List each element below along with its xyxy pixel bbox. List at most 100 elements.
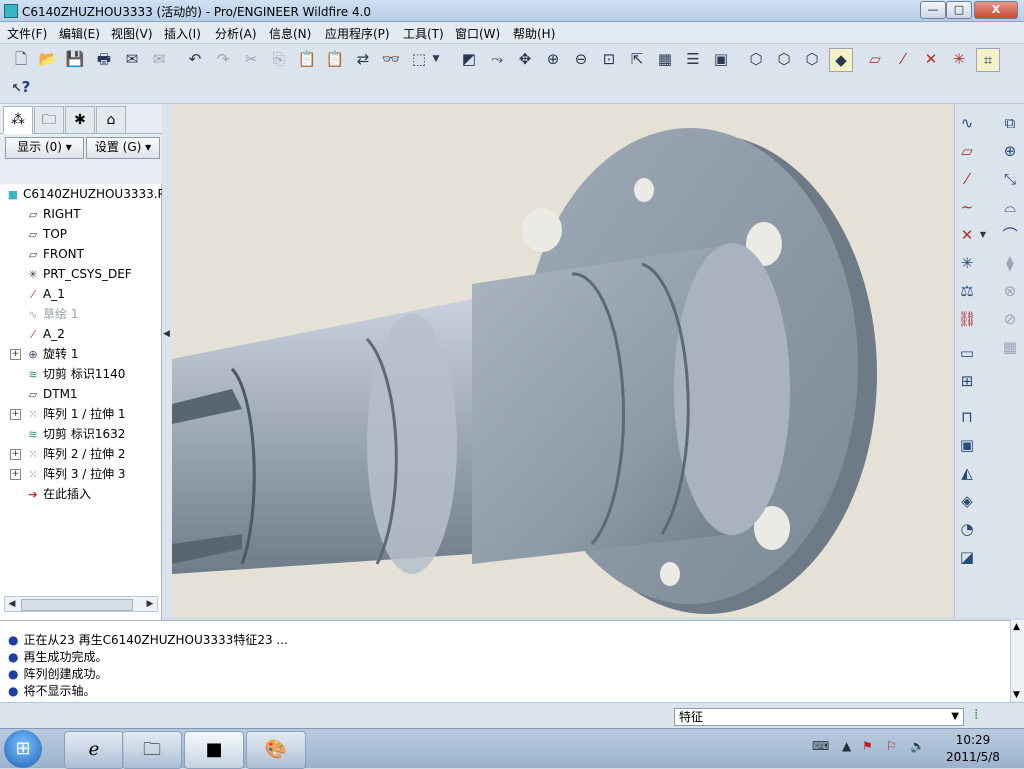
placement-tool-icon[interactable]: ⊞: [956, 370, 978, 392]
expand-icon[interactable]: +: [10, 449, 21, 460]
saved-views-icon[interactable]: ▦: [654, 48, 676, 70]
view-manager-icon[interactable]: ▣: [710, 48, 732, 70]
scroll-right-icon[interactable]: ▶: [143, 597, 157, 611]
menu-help[interactable]: 帮助(H): [513, 25, 555, 42]
tree-item[interactable]: ⁙ 阵列 2 / 拉伸 2: [26, 444, 125, 464]
tab-connections[interactable]: ⌂: [96, 106, 126, 134]
new-file-icon[interactable]: 🗋: [10, 48, 32, 70]
tree-item[interactable]: ≋ 切剪 标识1632: [26, 424, 125, 444]
revolve-tool-icon[interactable]: ▣: [956, 434, 978, 456]
menu-file[interactable]: 文件(F): [7, 25, 47, 42]
expand-icon[interactable]: +: [10, 409, 21, 420]
proe-task-icon[interactable]: ■: [184, 731, 244, 769]
datum-point-display-icon[interactable]: ✕: [920, 48, 942, 70]
tab-folder-browser[interactable]: 🗀: [34, 106, 64, 134]
trim-tool-icon[interactable]: ⊘: [999, 308, 1021, 330]
tree-item[interactable]: ⁄ A_1: [26, 284, 65, 304]
analysis-tool-icon[interactable]: ⚖: [956, 280, 978, 302]
wireframe-icon[interactable]: ⬡: [745, 48, 767, 70]
graphics-viewport[interactable]: [172, 104, 954, 618]
tree-item[interactable]: ➔ 在此插入: [26, 484, 91, 504]
paint-task-icon[interactable]: 🎨: [246, 731, 306, 769]
draft-tool-icon[interactable]: ◭: [956, 462, 978, 484]
shell-tool-icon[interactable]: ◈: [956, 490, 978, 512]
no-hidden-icon[interactable]: ⬡: [801, 48, 823, 70]
expand-icon[interactable]: +: [10, 469, 21, 480]
clock[interactable]: 10:29 2011/5/8: [940, 732, 1006, 766]
maximize-button[interactable]: □: [946, 1, 972, 19]
chevron-down-icon[interactable]: ▼: [430, 48, 442, 70]
select-box-icon[interactable]: ⬚: [408, 48, 430, 70]
tree-item[interactable]: ≋ 切剪 标识1140: [26, 364, 125, 384]
email-link-icon[interactable]: ✉: [148, 48, 170, 70]
chamfer-tool-icon[interactable]: ◪: [956, 546, 978, 568]
scroll-left-icon[interactable]: ◀: [5, 597, 19, 611]
tree-item[interactable]: ✳ PRT_CSYS_DEF: [26, 264, 131, 284]
explorer-task-icon[interactable]: 🗀: [122, 731, 182, 769]
menu-tools[interactable]: 工具(T): [403, 25, 444, 42]
plane-tool-icon[interactable]: ▱: [956, 140, 978, 162]
paste-icon[interactable]: 📋: [296, 48, 318, 70]
layers-icon[interactable]: ☰: [682, 48, 704, 70]
extrude-tool-icon[interactable]: ⊓: [956, 406, 978, 428]
zoom-out-icon[interactable]: ⊖: [570, 48, 592, 70]
email-icon[interactable]: ✉: [121, 48, 143, 70]
open-file-icon[interactable]: 📂: [37, 48, 59, 70]
datum-axis-display-icon[interactable]: ⁄: [892, 48, 914, 70]
annotation-tool-icon[interactable]: ▭: [956, 342, 978, 364]
menu-applications[interactable]: 应用程序(P): [325, 25, 390, 42]
pattern-tool-icon[interactable]: ▦: [999, 336, 1021, 358]
redo-icon[interactable]: ↷: [212, 48, 234, 70]
keyboard-icon[interactable]: ⌨: [812, 739, 829, 753]
traffic-light-icon[interactable]: ⁞: [974, 707, 978, 723]
tree-item[interactable]: ⁙ 阵列 3 / 拉伸 3: [26, 464, 125, 484]
menu-analysis[interactable]: 分析(A): [215, 25, 257, 42]
show-dropdown[interactable]: 显示 (0) ▾: [5, 137, 84, 159]
curve-tool-icon[interactable]: ∼: [956, 196, 978, 218]
tree-item[interactable]: ⊕ 旋转 1: [26, 344, 78, 364]
context-help-icon[interactable]: ↖?: [10, 76, 32, 98]
hidden-line-icon[interactable]: ⬡: [773, 48, 795, 70]
cut-icon[interactable]: ✂: [240, 48, 262, 70]
zoom-in-icon[interactable]: ⊕: [542, 48, 564, 70]
minimize-button[interactable]: —: [920, 1, 946, 19]
paste-special-icon[interactable]: 📋: [324, 48, 346, 70]
tree-horizontal-scrollbar[interactable]: ◀ ▶: [4, 596, 158, 612]
hole-tool-icon[interactable]: ⧉: [999, 112, 1021, 134]
merge-tool-icon[interactable]: ⊗: [999, 280, 1021, 302]
settings-dropdown[interactable]: 设置 (G) ▾: [86, 137, 160, 159]
chevron-down-icon[interactable]: ▼: [951, 709, 959, 725]
sketch-tool-icon[interactable]: ∿: [956, 112, 978, 134]
reorient-icon[interactable]: ⇱: [626, 48, 648, 70]
chevron-down-icon[interactable]: ▼: [977, 224, 989, 246]
scroll-up-icon[interactable]: ▲: [1013, 622, 1020, 632]
boundary-tool-icon[interactable]: ⌒: [999, 224, 1021, 246]
tree-item[interactable]: ▱ RIGHT: [26, 204, 81, 224]
point-tool-icon[interactable]: ✕: [956, 224, 978, 246]
rib-tool-icon[interactable]: ⊕: [999, 140, 1021, 162]
mirror-tool-icon[interactable]: ⧫: [999, 252, 1021, 274]
collapse-panel-icon[interactable]: ◀: [163, 329, 170, 339]
spin-center-icon[interactable]: ⤳: [486, 48, 508, 70]
blend-tool-icon[interactable]: ⌓: [999, 196, 1021, 218]
tree-item[interactable]: ▱ TOP: [26, 224, 67, 244]
tree-item[interactable]: ⁙ 阵列 1 / 拉伸 1: [26, 404, 125, 424]
network-icon[interactable]: ⚑: [862, 739, 873, 753]
undo-icon[interactable]: ↶: [184, 48, 206, 70]
regenerate-icon[interactable]: ⇄: [352, 48, 374, 70]
message-scrollbar[interactable]: ▲ ▼: [1010, 620, 1024, 702]
chain-tool-icon[interactable]: ⛓: [956, 308, 978, 330]
tree-item[interactable]: ▱ FRONT: [26, 244, 84, 264]
sweep-tool-icon[interactable]: ⤡: [999, 168, 1021, 190]
annotation-display-icon[interactable]: ⌗: [976, 48, 1000, 72]
expand-icon[interactable]: +: [10, 349, 21, 360]
repaint-icon[interactable]: ◩: [458, 48, 480, 70]
print-icon[interactable]: 🖶: [93, 48, 115, 70]
csys-display-icon[interactable]: ✳: [948, 48, 970, 70]
axis-tool-icon[interactable]: ⁄: [956, 168, 978, 190]
copy-icon[interactable]: ⎘: [268, 48, 290, 70]
shading-icon[interactable]: ◆: [829, 48, 853, 72]
tree-item[interactable]: ⁄ A_2: [26, 324, 65, 344]
start-button[interactable]: ⊞: [4, 730, 42, 768]
menu-view[interactable]: 视图(V): [111, 25, 153, 42]
